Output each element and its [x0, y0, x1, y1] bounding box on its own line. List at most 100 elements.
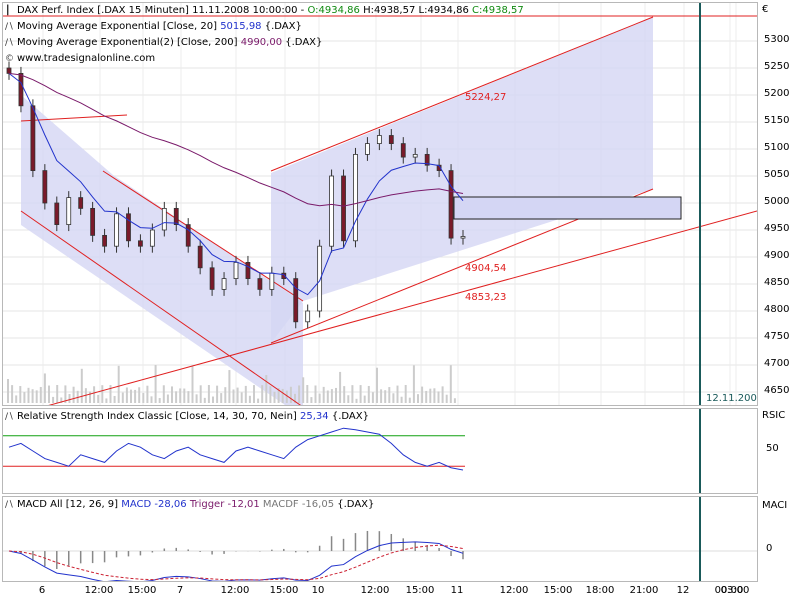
price-tick: 4950: [764, 223, 790, 234]
source-label: www.tradesignalonline.com: [17, 53, 156, 64]
volume-bar: [298, 385, 301, 403]
line-icon: ∕∖: [5, 22, 14, 32]
candle-body: [257, 278, 263, 290]
volume-bar: [367, 385, 370, 403]
volume-bar: [330, 389, 333, 403]
candle-body: [161, 207, 167, 231]
candle-body: [269, 272, 275, 290]
candle-body: [114, 213, 119, 247]
volume-bar: [150, 396, 153, 403]
volume-bar: [130, 389, 132, 403]
ema200-label: Moving Average Exponential(2) [Close, 20…: [17, 37, 238, 48]
volume-bar: [445, 394, 448, 403]
volume-bar: [68, 393, 71, 403]
time-tick: 03:00: [720, 585, 750, 596]
volume-bar: [171, 386, 173, 403]
volume-bar: [89, 391, 91, 403]
rsi-legend: ∕∖ Relative Strength Index Classic [Close…: [5, 409, 369, 425]
candle-body: [460, 236, 466, 239]
volume-bar: [138, 387, 141, 403]
volume-bar: [335, 387, 337, 403]
price-annotation: 5224,27: [465, 92, 506, 103]
macd-value: MACD -28,06: [121, 499, 187, 510]
ohlc-high: H:4938,57: [363, 5, 416, 16]
candle-body: [54, 202, 60, 226]
volume-bar: [195, 394, 198, 403]
volume-bar: [289, 386, 292, 403]
volume-bar: [35, 390, 38, 403]
volume-bar: [355, 398, 358, 403]
macd-legend: ∕∖ MACD All [12, 26, 9] MACD -28,06 Trigg…: [5, 497, 374, 513]
time-tick: 10: [311, 585, 325, 596]
rsi-axis-title: RSIC: [762, 410, 786, 421]
volume-bar: [371, 392, 374, 403]
price-tick: 4650: [764, 385, 790, 396]
volume-bar: [162, 385, 165, 403]
ema200-suffix: {.DAX}: [285, 37, 323, 48]
volume-bar: [421, 386, 424, 403]
volume-bar: [359, 385, 362, 403]
volume-bar: [121, 392, 124, 403]
volume-bar: [113, 395, 116, 403]
volume-bar: [212, 396, 214, 403]
time-tick: 12:00: [360, 585, 390, 596]
volume-bar: [412, 365, 415, 403]
ohlc-low: L:4934,86: [418, 5, 469, 16]
macd-tick: 0: [766, 543, 773, 554]
title-line: DAX Perf. Index [.DAX 15 Minuten] 11.11.…: [17, 5, 308, 16]
line-icon: ∕∖: [5, 412, 14, 422]
volume-bar: [376, 367, 378, 403]
candle-body: [6, 67, 12, 74]
volume-bar: [93, 386, 96, 403]
candle-body: [18, 73, 24, 107]
volume-bar: [72, 386, 75, 403]
volume-bar: [183, 388, 186, 403]
price-tick: 4900: [764, 250, 790, 261]
candle-body: [448, 170, 454, 239]
volume-bar: [261, 385, 264, 403]
volume-bar: [351, 385, 354, 403]
ohlc-close: C:4938,57: [472, 5, 524, 16]
volume-bar: [257, 398, 260, 403]
price-tick: 5150: [764, 115, 790, 126]
candle-body: [173, 207, 179, 225]
down-channel: [21, 95, 303, 405]
volume-bar: [326, 390, 329, 403]
volume-bar: [339, 371, 342, 403]
volume-bar: [347, 395, 350, 403]
volume-bar: [380, 389, 383, 403]
candle-body: [388, 135, 394, 145]
volume-bar: [314, 385, 317, 403]
volume-bar: [203, 397, 206, 403]
time-tick: 12:00: [84, 585, 114, 596]
volume-bar: [384, 390, 387, 403]
candle-body: [149, 229, 155, 247]
volume-bar: [417, 394, 419, 403]
volume-bar: [207, 385, 210, 403]
volume-bar: [15, 395, 18, 403]
candle-body: [341, 175, 346, 242]
time-tick: 12:00: [220, 585, 250, 596]
trigger-line: [8, 544, 464, 581]
macdf-value: MACDF -16,05: [262, 499, 335, 510]
time-tick: 15:00: [269, 585, 299, 596]
rsi-suffix: {.DAX}: [331, 411, 369, 422]
candle-body: [209, 267, 215, 290]
date-marker-label: 12.11.2008: [706, 393, 757, 404]
volume-bar: [179, 388, 182, 403]
rsi-panel: ∕∖ Relative Strength Index Classic [Close…: [2, 408, 758, 494]
volume-bar: [437, 391, 440, 403]
time-axis: 6 12:00 15:00 7 12:00 15:00 10 12:00 15:00 11 12:0…: [2, 583, 758, 599]
candle-body: [30, 105, 36, 172]
macd-line: [8, 541, 464, 581]
time-tick: 6: [38, 585, 46, 596]
volume-bar: [322, 386, 325, 403]
volume-bar: [31, 389, 34, 403]
volume-bar: [302, 377, 305, 403]
price-box: [453, 196, 682, 220]
price-legend: ┃ DAX Perf. Index [.DAX 15 Minuten] 11.11…: [5, 3, 524, 67]
time-tick: 15:00: [127, 585, 157, 596]
volume-bar: [11, 385, 14, 403]
volume-bar: [23, 392, 26, 403]
rsi-tick: 50: [766, 443, 779, 454]
